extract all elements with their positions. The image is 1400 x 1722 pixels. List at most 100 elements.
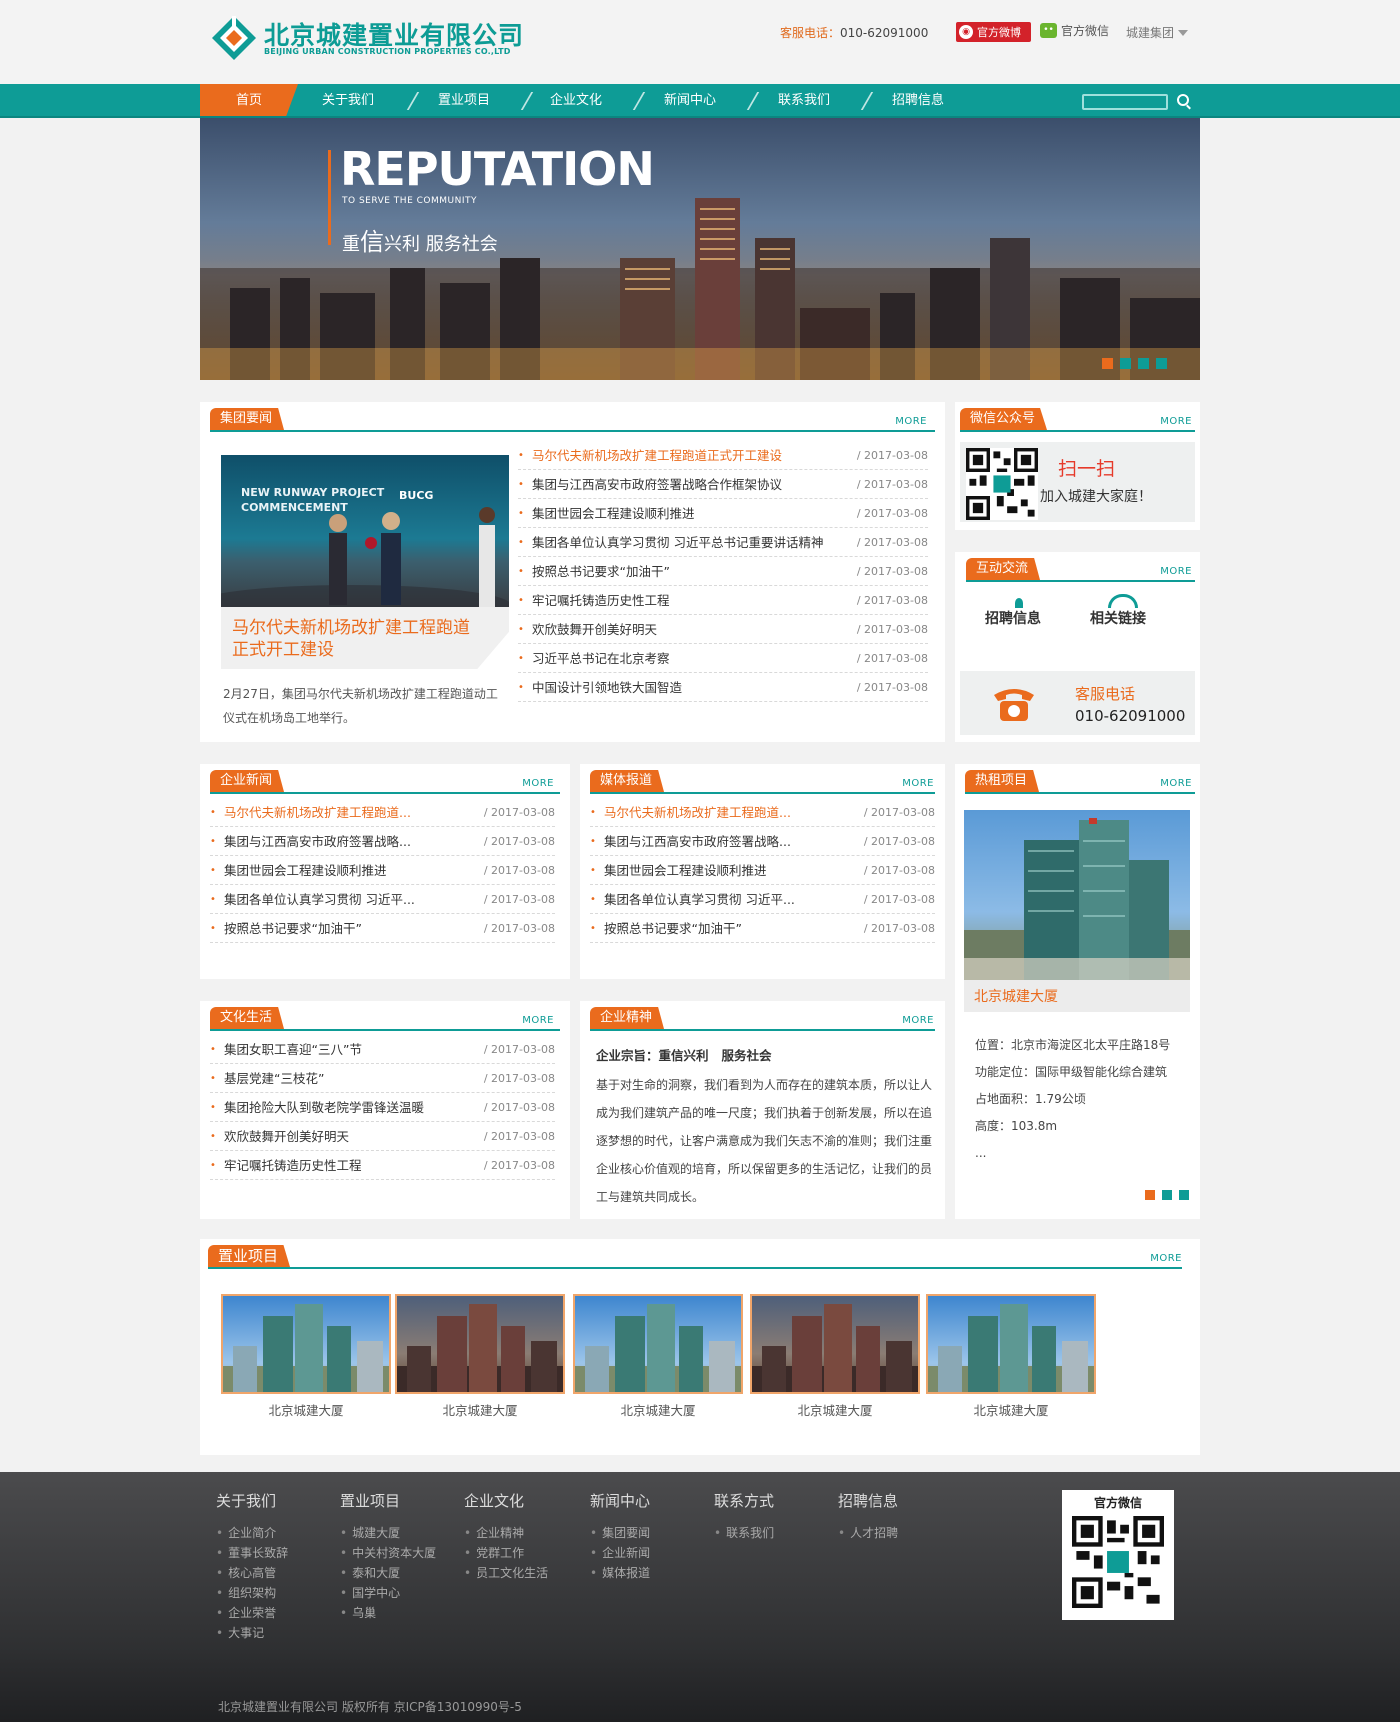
- feature-news-photo[interactable]: NEW RUNWAY PROJECT COMMENCEMENT BUCG: [221, 455, 509, 607]
- company-logo[interactable]: 北京城建置业有限公司 BEIJING URBAN CONSTRUCTION PR…: [210, 14, 523, 66]
- footer-link[interactable]: 党群工作: [464, 1543, 548, 1563]
- person-icon: [1015, 598, 1023, 608]
- list-item[interactable]: • 集团各单位认真学习贯彻 习近平... / 2017-03-08: [210, 885, 555, 914]
- footer-link[interactable]: 国学中心: [340, 1583, 436, 1603]
- nav-item-contact[interactable]: 联系我们: [756, 84, 852, 116]
- footer-link[interactable]: 企业新闻: [590, 1543, 650, 1563]
- more-link[interactable]: MORE: [895, 416, 927, 427]
- list-item[interactable]: • 牢记嘱托铸造历史性工程 / 2017-03-08: [210, 1151, 555, 1180]
- related-links[interactable]: 相关链接: [1090, 594, 1180, 628]
- project-name: 北京城建大厦: [797, 1403, 873, 1418]
- wechat-link[interactable]: •• 官方微信: [1040, 22, 1109, 39]
- list-item[interactable]: • 集团与江西高安市政府签署战略... / 2017-03-08: [210, 827, 555, 856]
- carousel-dot[interactable]: [1102, 358, 1113, 369]
- building-photo[interactable]: [964, 810, 1190, 980]
- footer-link[interactable]: 组织架构: [216, 1583, 288, 1603]
- list-item[interactable]: • 按照总书记要求“加油干” / 2017-03-08: [518, 557, 928, 586]
- footer-heading[interactable]: 关于我们: [216, 1490, 288, 1511]
- panel-title: 企业新闻: [210, 770, 285, 792]
- list-item[interactable]: • 马尔代夫新机场改扩建工程跑道... / 2017-03-08: [590, 798, 935, 827]
- footer-link[interactable]: 媒体报道: [590, 1563, 650, 1583]
- list-item[interactable]: • 集团各单位认真学习贯彻 习近平... / 2017-03-08: [590, 885, 935, 914]
- footer-link[interactable]: 企业精神: [464, 1523, 548, 1543]
- list-item[interactable]: • 集团女职工喜迎“三八”节 / 2017-03-08: [210, 1035, 555, 1064]
- bullet-icon: •: [518, 595, 524, 606]
- more-link[interactable]: MORE: [1160, 416, 1192, 427]
- list-item[interactable]: • 集团与江西高安市政府签署战略... / 2017-03-08: [590, 827, 935, 856]
- more-link[interactable]: MORE: [1160, 566, 1192, 577]
- list-item[interactable]: • 中国设计引领地铁大国智造 / 2017-03-08: [518, 673, 928, 702]
- footer-link[interactable]: 乌巢: [340, 1603, 436, 1623]
- list-item[interactable]: • 集团各单位认真学习贯彻 习近平总书记重要讲话精神 / 2017-03-08: [518, 528, 928, 557]
- footer-heading[interactable]: 置业项目: [340, 1490, 436, 1511]
- search-input[interactable]: [1082, 94, 1168, 110]
- project-card[interactable]: 北京城建大厦: [926, 1294, 1096, 1424]
- list-item[interactable]: • 基层党建“三枝花” / 2017-03-08: [210, 1064, 555, 1093]
- list-item[interactable]: • 集团与江西高安市政府签署战略合作框架协议 / 2017-03-08: [518, 470, 928, 499]
- footer-link[interactable]: 联系我们: [714, 1523, 774, 1543]
- list-item[interactable]: • 欢欣鼓舞开创美好明天 / 2017-03-08: [210, 1122, 555, 1151]
- project-card[interactable]: 北京城建大厦: [395, 1294, 565, 1424]
- list-item[interactable]: • 欢欣鼓舞开创美好明天 / 2017-03-08: [518, 615, 928, 644]
- footer-heading[interactable]: 新闻中心: [590, 1490, 650, 1511]
- more-link[interactable]: MORE: [902, 778, 934, 789]
- qr-code-icon: [966, 448, 1038, 520]
- footer-link[interactable]: 城建大厦: [340, 1523, 436, 1543]
- bullet-icon: •: [590, 865, 596, 876]
- list-item[interactable]: • 集团世园会工程建设顺利推进 / 2017-03-08: [518, 499, 928, 528]
- footer-link[interactable]: 中关村资本大厦: [340, 1543, 436, 1563]
- footer-link[interactable]: 大事记: [216, 1623, 288, 1643]
- nav-item-projects[interactable]: 置业项目: [416, 84, 512, 116]
- project-card[interactable]: 北京城建大厦: [221, 1294, 391, 1424]
- nav-item-news[interactable]: 新闻中心: [642, 84, 738, 116]
- more-link[interactable]: MORE: [1150, 1253, 1182, 1264]
- search-icon[interactable]: [1177, 94, 1189, 106]
- group-dropdown[interactable]: 城建集团: [1126, 24, 1189, 41]
- list-item[interactable]: • 集团抢险大队到敬老院学雷锋送温暖 / 2017-03-08: [210, 1093, 555, 1122]
- nav-item-jobs[interactable]: 招聘信息: [870, 84, 966, 116]
- footer-link[interactable]: 企业简介: [216, 1523, 288, 1543]
- weibo-link[interactable]: ◉ 官方微博: [956, 22, 1031, 42]
- feature-headline-box[interactable]: 马尔代夫新机场改扩建工程跑道正式开工建设: [221, 607, 509, 669]
- carousel-dot[interactable]: [1179, 1190, 1189, 1200]
- project-card[interactable]: 北京城建大厦: [573, 1294, 743, 1424]
- carousel-dot[interactable]: [1120, 358, 1131, 369]
- list-item[interactable]: • 集团世园会工程建设顺利推进 / 2017-03-08: [210, 856, 555, 885]
- list-item[interactable]: • 按照总书记要求“加油干” / 2017-03-08: [210, 914, 555, 943]
- carousel-dot[interactable]: [1156, 358, 1167, 369]
- footer-link[interactable]: 企业荣誉: [216, 1603, 288, 1623]
- footer-link[interactable]: 核心高管: [216, 1563, 288, 1583]
- footer-link[interactable]: 人才招聘: [838, 1523, 898, 1543]
- more-link[interactable]: MORE: [902, 1015, 934, 1026]
- more-link[interactable]: MORE: [1160, 778, 1192, 789]
- join-text: 加入城建大家庭！: [1040, 489, 1152, 505]
- list-item[interactable]: • 马尔代夫新机场改扩建工程跑道正式开工建设 / 2017-03-08: [518, 441, 928, 470]
- footer-link[interactable]: 员工文化生活: [464, 1563, 548, 1583]
- nav-item-home[interactable]: 首页: [200, 84, 298, 116]
- recruit-link[interactable]: 招聘信息: [985, 598, 1065, 628]
- feature-summary: 2月27日，集团马尔代夫新机场改扩建工程跑道动工仪式在机场岛工地举行。: [223, 687, 498, 725]
- list-item[interactable]: • 习近平总书记在北京考察 / 2017-03-08: [518, 644, 928, 673]
- list-item[interactable]: • 牢记嘱托铸造历史性工程 / 2017-03-08: [518, 586, 928, 615]
- carousel-dot[interactable]: [1138, 358, 1149, 369]
- footer-heading[interactable]: 企业文化: [464, 1490, 548, 1511]
- footer-link[interactable]: 集团要闻: [590, 1523, 650, 1543]
- carousel-dot[interactable]: [1145, 1190, 1155, 1200]
- footer-heading[interactable]: 联系方式: [714, 1490, 774, 1511]
- carousel-dot[interactable]: [1162, 1190, 1172, 1200]
- signal-icon: [1108, 594, 1138, 608]
- list-item[interactable]: • 集团世园会工程建设顺利推进 / 2017-03-08: [590, 856, 935, 885]
- nav-item-about[interactable]: 关于我们: [300, 84, 396, 116]
- more-link[interactable]: MORE: [522, 1015, 554, 1026]
- footer-link[interactable]: 董事长致辞: [216, 1543, 288, 1563]
- more-link[interactable]: MORE: [522, 778, 554, 789]
- list-item-title: 欢欣鼓舞开创美好明天: [532, 622, 658, 637]
- nav-item-culture[interactable]: 企业文化: [528, 84, 624, 116]
- footer-link[interactable]: 泰和大厦: [340, 1563, 436, 1583]
- list-item-title: 集团与江西高安市政府签署战略合作框架协议: [532, 477, 783, 492]
- list-item[interactable]: • 按照总书记要求“加油干” / 2017-03-08: [590, 914, 935, 943]
- footer-heading[interactable]: 招聘信息: [838, 1490, 898, 1511]
- group-label: 城建集团: [1126, 26, 1175, 40]
- list-item[interactable]: • 马尔代夫新机场改扩建工程跑道... / 2017-03-08: [210, 798, 555, 827]
- project-card[interactable]: 北京城建大厦: [750, 1294, 920, 1424]
